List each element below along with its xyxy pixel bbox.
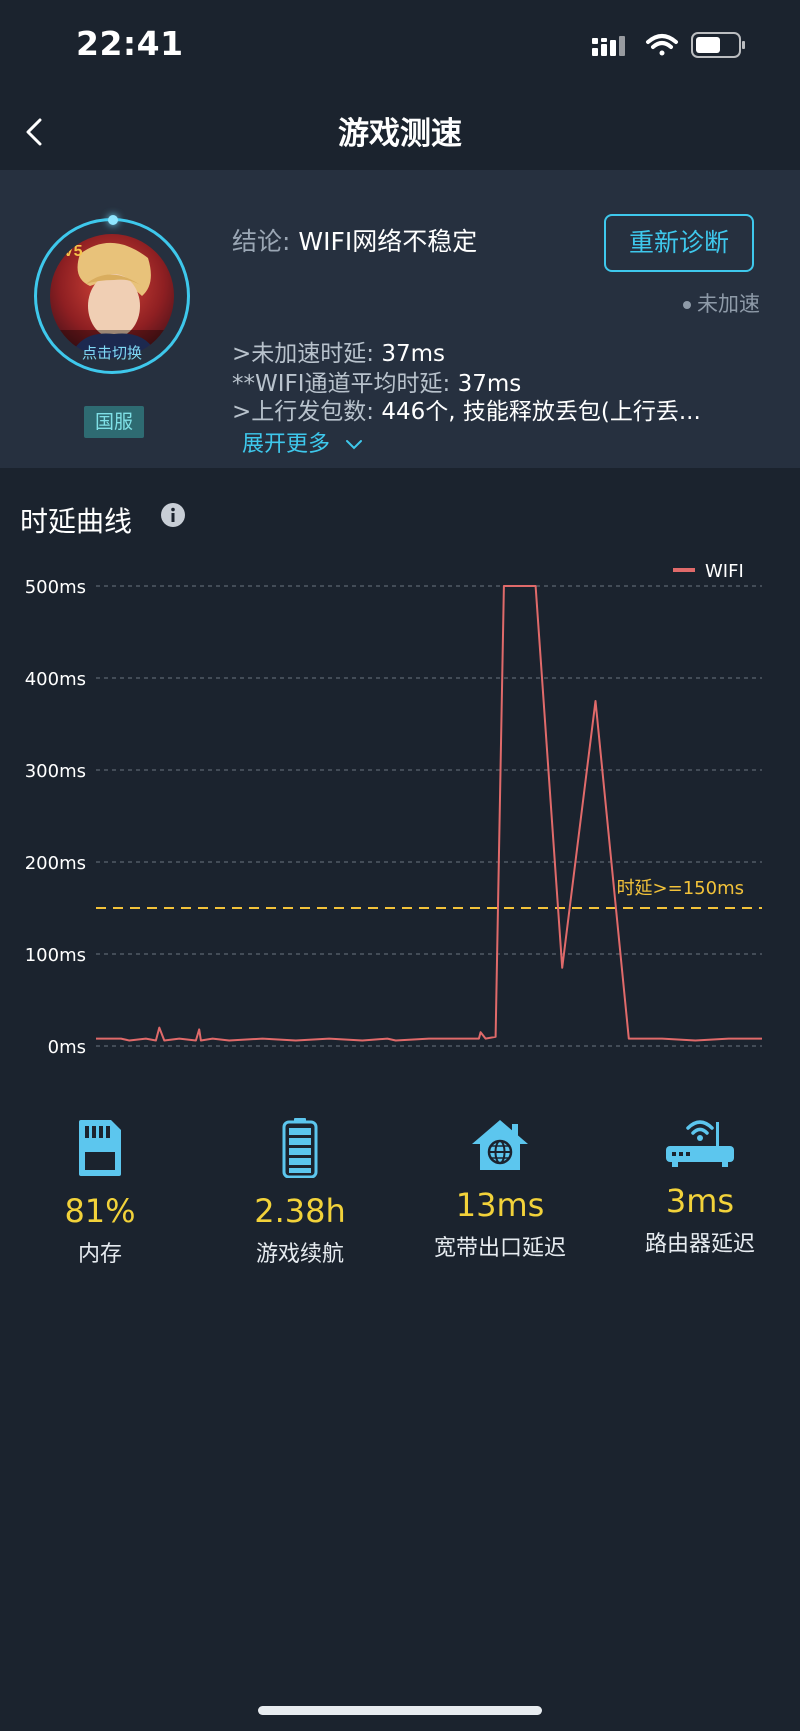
stat-label: 内存 <box>77 1242 122 1267</box>
rediagnose-button[interactable]: 重新诊断 <box>604 214 754 272</box>
expand-more-label: 展开更多 <box>242 432 331 457</box>
conclusion: 结论: WIFI网络不稳定 <box>232 222 477 258</box>
stat-battery: 2.38h 游戏续航 <box>200 1118 400 1268</box>
stat-label: 路由器延迟 <box>644 1232 755 1257</box>
y-tick-label: 100ms <box>25 945 86 966</box>
stat-label: 宽带出口延迟 <box>433 1236 566 1261</box>
diagnosis-panel: 5V5 点击切换 国服 结论: WIFI网络不稳定 重新诊断 未加速 >未加速时… <box>0 170 800 468</box>
avatar-switch-label: 点击切换 <box>81 344 142 362</box>
stat-memory: 81% 内存 <box>0 1118 200 1268</box>
y-tick-label: 500ms <box>25 577 86 598</box>
acceleration-status: 未加速 <box>683 288 760 318</box>
status-dot-icon <box>683 301 691 309</box>
y-tick-label: 400ms <box>25 669 86 690</box>
region-badge[interactable]: 国服 <box>84 406 144 438</box>
conclusion-label: 结论: <box>232 227 299 256</box>
stat-value: 81% <box>64 1192 136 1230</box>
avatar: 5V5 <box>50 234 174 358</box>
legend-label: WIFI <box>705 561 744 582</box>
detail-upstream-packets: >上行发包数: 446个, 技能释放丢包(上行丢... <box>232 392 701 426</box>
home-globe-icon <box>472 1120 528 1170</box>
detail-value: 446个, 技能释放丢包(上行丢... <box>381 399 701 425</box>
nav-bar: 游戏测速 <box>0 92 800 170</box>
game-logo-text: 5V5 <box>54 243 83 260</box>
stat-router-latency: 3ms 路由器延迟 <box>600 1118 800 1258</box>
router-icon <box>666 1120 734 1167</box>
y-tick-label: 0ms <box>48 1037 86 1058</box>
home-indicator[interactable] <box>258 1706 542 1715</box>
y-tick-label: 200ms <box>25 853 86 874</box>
status-time: 22:41 <box>76 24 184 63</box>
sd-card-icon <box>79 1120 121 1176</box>
wifi-icon <box>646 34 678 56</box>
info-icon[interactable] <box>160 502 186 528</box>
conclusion-value: WIFI网络不稳定 <box>298 227 478 256</box>
stat-value: 13ms <box>455 1186 545 1224</box>
status-bar: 22:41 <box>0 0 800 92</box>
chevron-down-icon <box>346 440 363 450</box>
stat-label: 游戏续航 <box>255 1242 344 1267</box>
page-title: 游戏测速 <box>338 116 462 152</box>
detail-label: >上行发包数: <box>232 399 382 425</box>
y-tick-label: 300ms <box>25 761 86 782</box>
avatar-switch-button[interactable]: 5V5 点击切换 <box>34 218 190 374</box>
status-icons <box>592 30 752 60</box>
battery-icon <box>691 32 745 58</box>
stat-broadband-latency: 13ms 宽带出口延迟 <box>400 1118 600 1262</box>
stat-value: 2.38h <box>254 1192 346 1230</box>
acceleration-status-label: 未加速 <box>697 292 760 316</box>
expand-more-button[interactable]: 展开更多 <box>242 426 363 458</box>
cellular-signal-icon <box>592 36 625 56</box>
detail-unaccelerated-latency: >未加速时延: 37ms <box>232 334 445 368</box>
avatar-glow <box>108 215 118 225</box>
battery-level-icon <box>282 1118 318 1178</box>
stat-value: 3ms <box>665 1182 735 1220</box>
latency-chart: 0ms 100ms 200ms 300ms 400ms 500ms 时延>=150ms WIF… <box>25 561 762 1058</box>
chart-title: 时延曲线 <box>20 505 133 538</box>
threshold-label: 时延>=150ms <box>617 878 744 899</box>
series-line-wifi <box>96 585 762 1042</box>
